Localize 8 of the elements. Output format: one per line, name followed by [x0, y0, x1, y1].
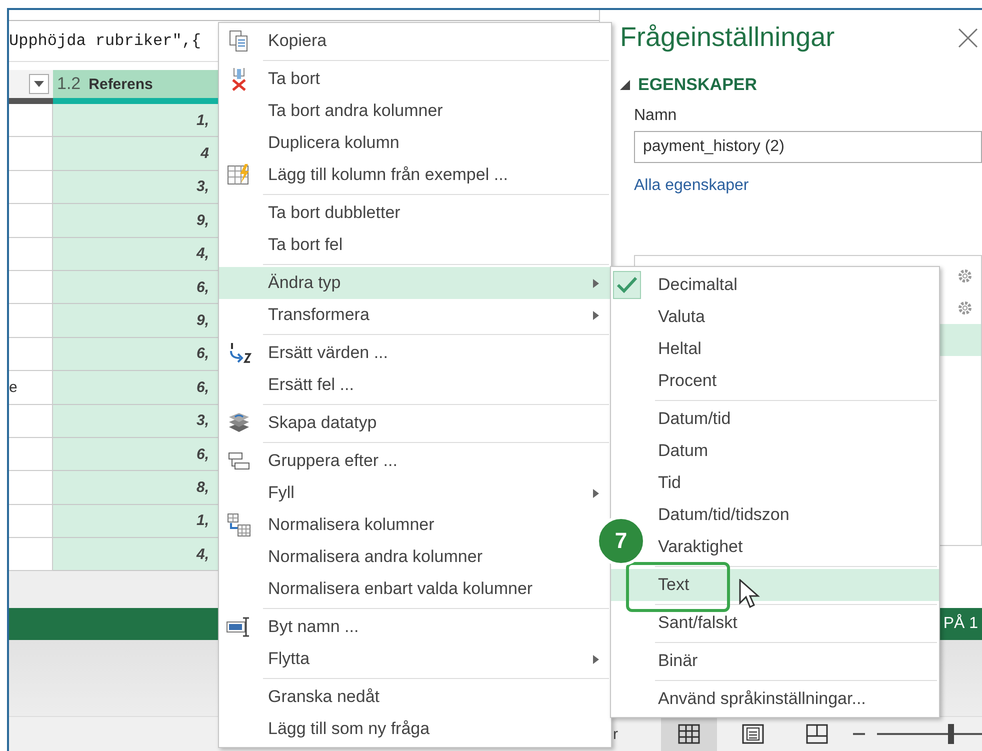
section-heading: EGENSKAPER	[638, 75, 758, 95]
table-cell: e	[9, 371, 53, 405]
type-label: 1.2	[57, 74, 81, 94]
column-name: Referens	[88, 76, 153, 92]
field-label: Namn	[634, 107, 678, 125]
pane-title: Frågeinställningar	[620, 22, 835, 53]
toolbar-text: r	[613, 726, 619, 742]
status-text: PÅ 1	[943, 615, 978, 633]
